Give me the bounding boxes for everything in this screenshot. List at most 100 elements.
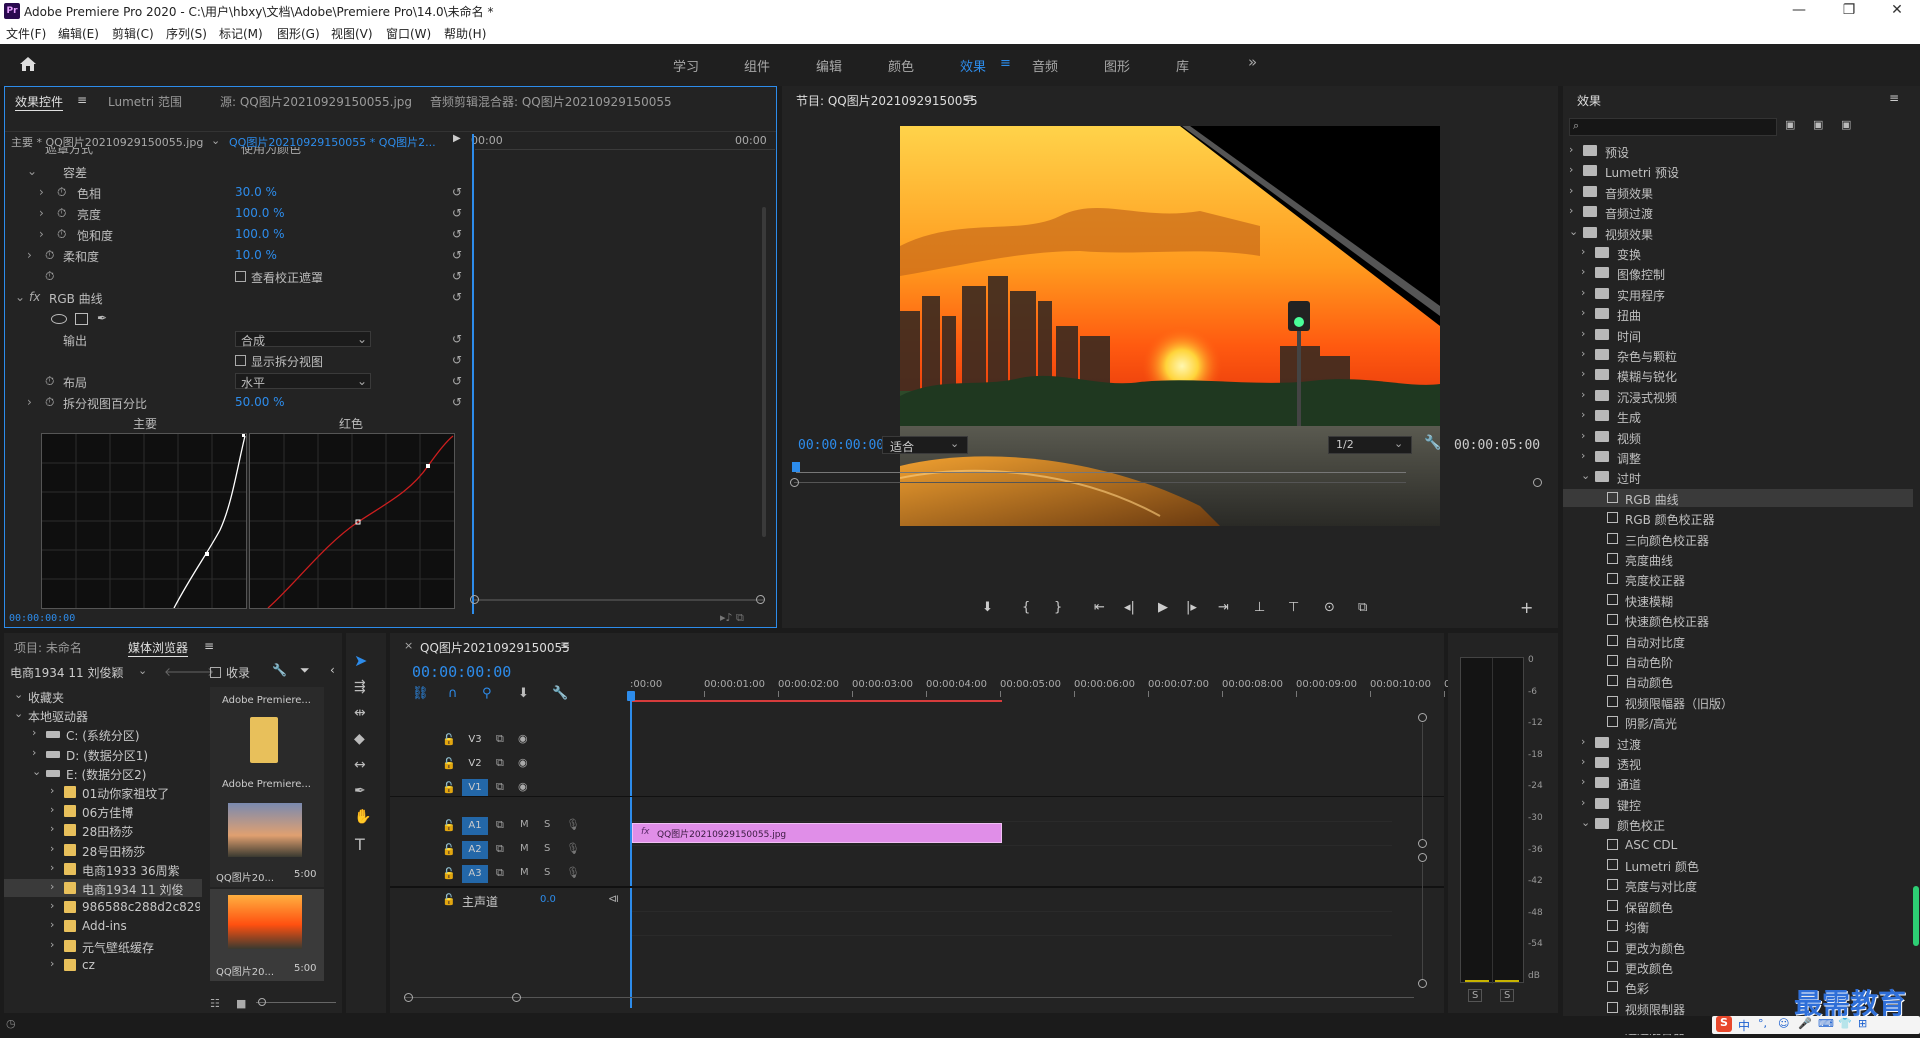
menu-file[interactable]: 文件(F) bbox=[6, 25, 46, 42]
prop-value-cutoff[interactable]: 使用为颜色 bbox=[241, 147, 301, 157]
chevron-right-icon[interactable]: › bbox=[1581, 286, 1585, 299]
menu-sequence[interactable]: 序列(S) bbox=[166, 25, 207, 42]
chevron-right-icon[interactable]: › bbox=[1581, 388, 1585, 401]
chevron-right-icon[interactable]: › bbox=[27, 248, 32, 262]
effect-folder[interactable]: › 键控 bbox=[1563, 795, 1913, 813]
menu-clip[interactable]: 剪辑(C) bbox=[112, 25, 154, 42]
chevron-right-icon[interactable]: › bbox=[1581, 775, 1585, 788]
video-scroll-handle[interactable] bbox=[1418, 839, 1427, 848]
tree-item[interactable]: › 01动你家祖坟了 bbox=[4, 783, 202, 801]
solo-left-button[interactable]: S bbox=[1468, 989, 1483, 1002]
chevron-right-icon[interactable]: › bbox=[1581, 796, 1585, 809]
play-icon[interactable]: ▶ bbox=[1158, 600, 1168, 615]
chevron-right-icon[interactable]: › bbox=[50, 938, 54, 951]
menu-graphics[interactable]: 图形(G) bbox=[277, 25, 320, 42]
eye-icon[interactable]: ◉ bbox=[518, 756, 528, 769]
effect-folder[interactable]: ⌄ 过时 bbox=[1563, 468, 1913, 486]
tree-item[interactable]: › C: (系统分区) bbox=[4, 725, 202, 743]
eye-icon[interactable]: ◉ bbox=[518, 732, 528, 745]
ime-skin-icon[interactable]: 👕 bbox=[1838, 1017, 1852, 1030]
close-button[interactable]: ✕ bbox=[1874, 2, 1920, 18]
effect-folder[interactable]: › 过渡 bbox=[1563, 734, 1913, 752]
comparison-view-icon[interactable]: ⧉ bbox=[1358, 600, 1367, 615]
menu-view[interactable]: 视图(V) bbox=[331, 25, 373, 42]
chevron-right-icon[interactable]: › bbox=[50, 784, 54, 797]
chevron-down-icon[interactable]: ⌄ bbox=[14, 688, 23, 701]
prop-value[interactable]: 50.00 % bbox=[235, 395, 285, 409]
reset-icon[interactable]: ↺ bbox=[452, 206, 462, 220]
stopwatch-icon[interactable]: ⏱ bbox=[45, 269, 54, 284]
filter-icon[interactable]: ⏷ bbox=[300, 663, 310, 678]
program-zoom-slider[interactable] bbox=[794, 482, 1406, 483]
effect-item[interactable]: 均衡 bbox=[1563, 917, 1913, 935]
ime-mode[interactable]: 中 bbox=[1738, 1017, 1750, 1034]
tab-media-browser[interactable]: 媒体浏览器 bbox=[128, 639, 189, 657]
program-scrub-track[interactable] bbox=[796, 472, 1406, 473]
selection-tool-icon[interactable]: ➤ bbox=[354, 651, 367, 670]
effect-item[interactable]: RGB 颜色校正器 bbox=[1563, 509, 1913, 527]
chevron-down-icon[interactable]: ⌄ bbox=[1581, 816, 1590, 829]
effect-folder[interactable]: › 视频 bbox=[1563, 428, 1913, 446]
program-video-frame[interactable] bbox=[900, 126, 1440, 526]
hand-tool-icon[interactable]: ✋ bbox=[354, 809, 371, 825]
razor-tool-icon[interactable]: ◆ bbox=[354, 731, 365, 747]
yuv-effects-icon[interactable]: ▣ bbox=[1841, 118, 1851, 131]
eye-icon[interactable]: ◉ bbox=[518, 780, 528, 793]
effect-item[interactable]: 保留颜色 bbox=[1563, 897, 1913, 915]
program-zoom-handle[interactable] bbox=[790, 478, 799, 487]
stopwatch-icon[interactable]: ⏱ bbox=[45, 374, 54, 389]
ingest-checkbox[interactable] bbox=[210, 667, 221, 678]
effect-item[interactable]: 更改颜色 bbox=[1563, 958, 1913, 976]
tree-item[interactable]: › 电商1934 11 刘俊 bbox=[4, 879, 202, 897]
reset-icon[interactable]: ↺ bbox=[452, 290, 462, 304]
effect-item[interactable]: 亮度曲线 bbox=[1563, 550, 1913, 568]
lock-icon[interactable]: 🔓 bbox=[442, 867, 456, 880]
ellipse-mask-icon[interactable] bbox=[51, 314, 67, 324]
split-view-checkbox[interactable] bbox=[235, 355, 246, 366]
effect-folder[interactable]: › 预设 bbox=[1563, 142, 1913, 160]
workspace-audio[interactable]: 音频 bbox=[1032, 56, 1058, 75]
ec-scrollbar[interactable] bbox=[762, 207, 766, 537]
time-ruler[interactable]: :00:00 00:00:01:00 00:00:02:00 00:00:03:00 0… bbox=[630, 677, 1450, 697]
effect-item[interactable]: 亮度与对比度 bbox=[1563, 876, 1913, 894]
chevron-right-icon[interactable]: › bbox=[32, 746, 36, 759]
menu-edit[interactable]: 编辑(E) bbox=[58, 25, 99, 42]
tree-item[interactable]: › D: (数据分区1) bbox=[4, 745, 202, 763]
tab-audio-clip-mixer[interactable]: 音频剪辑混合器: QQ图片20210929150055 bbox=[430, 93, 672, 110]
effect-folder[interactable]: › 沉浸式视频 bbox=[1563, 387, 1913, 405]
effect-folder[interactable]: › 音频过渡 bbox=[1563, 203, 1913, 221]
reset-icon[interactable]: ↺ bbox=[452, 374, 462, 388]
chevron-down-icon[interactable]: ⌄ bbox=[1569, 225, 1578, 238]
step-back-icon[interactable]: ◂| bbox=[1124, 600, 1135, 615]
chevron-right-icon[interactable]: › bbox=[50, 899, 54, 912]
solo-button[interactable]: S bbox=[544, 819, 550, 830]
lock-icon[interactable]: 🔓 bbox=[442, 843, 456, 856]
chevron-right-icon[interactable]: › bbox=[27, 395, 32, 409]
effect-folder[interactable]: › 扭曲 bbox=[1563, 305, 1913, 323]
effect-item[interactable]: 快速颜色校正器 bbox=[1563, 611, 1913, 629]
reset-icon[interactable]: ↺ bbox=[452, 332, 462, 346]
tree-item[interactable]: › 电商1933 36周紫 bbox=[4, 860, 202, 878]
effect-folder[interactable]: › 透视 bbox=[1563, 754, 1913, 772]
audio-scroll-handle[interactable] bbox=[1418, 979, 1427, 988]
workspace-effects[interactable]: 效果 bbox=[960, 56, 986, 75]
program-playhead[interactable] bbox=[792, 462, 800, 472]
panel-menu-icon[interactable]: ≡ bbox=[964, 91, 974, 105]
panel-menu-icon[interactable]: ≡ bbox=[1889, 91, 1899, 105]
chevron-right-icon[interactable]: › bbox=[1581, 265, 1585, 278]
tree-item[interactable]: › 28田杨莎 bbox=[4, 821, 202, 839]
tree-item[interactable]: ⌄ E: (数据分区2) bbox=[4, 764, 202, 782]
track-select-tool-icon[interactable]: ⇶ bbox=[354, 679, 366, 695]
timeline-zoom-slider[interactable] bbox=[404, 997, 1414, 998]
go-to-out-icon[interactable]: ⇥ bbox=[1218, 600, 1229, 615]
icon-view-icon[interactable]: ■ bbox=[236, 997, 246, 1010]
timeline-zoom-handle[interactable] bbox=[404, 993, 413, 1002]
accelerated-effects-icon[interactable]: ▣ bbox=[1785, 118, 1795, 131]
ec-zoom-slider[interactable] bbox=[474, 599, 764, 601]
pen-tool-icon[interactable]: ✒ bbox=[354, 783, 366, 799]
fx-icon[interactable]: fx bbox=[29, 290, 40, 304]
effect-folder[interactable]: › 图像控制 bbox=[1563, 264, 1913, 282]
effect-folder[interactable]: › 时间 bbox=[1563, 326, 1913, 344]
tab-source[interactable]: 源: QQ图片20210929150055.jpg bbox=[220, 93, 412, 110]
chevron-right-icon[interactable]: › bbox=[32, 726, 36, 739]
